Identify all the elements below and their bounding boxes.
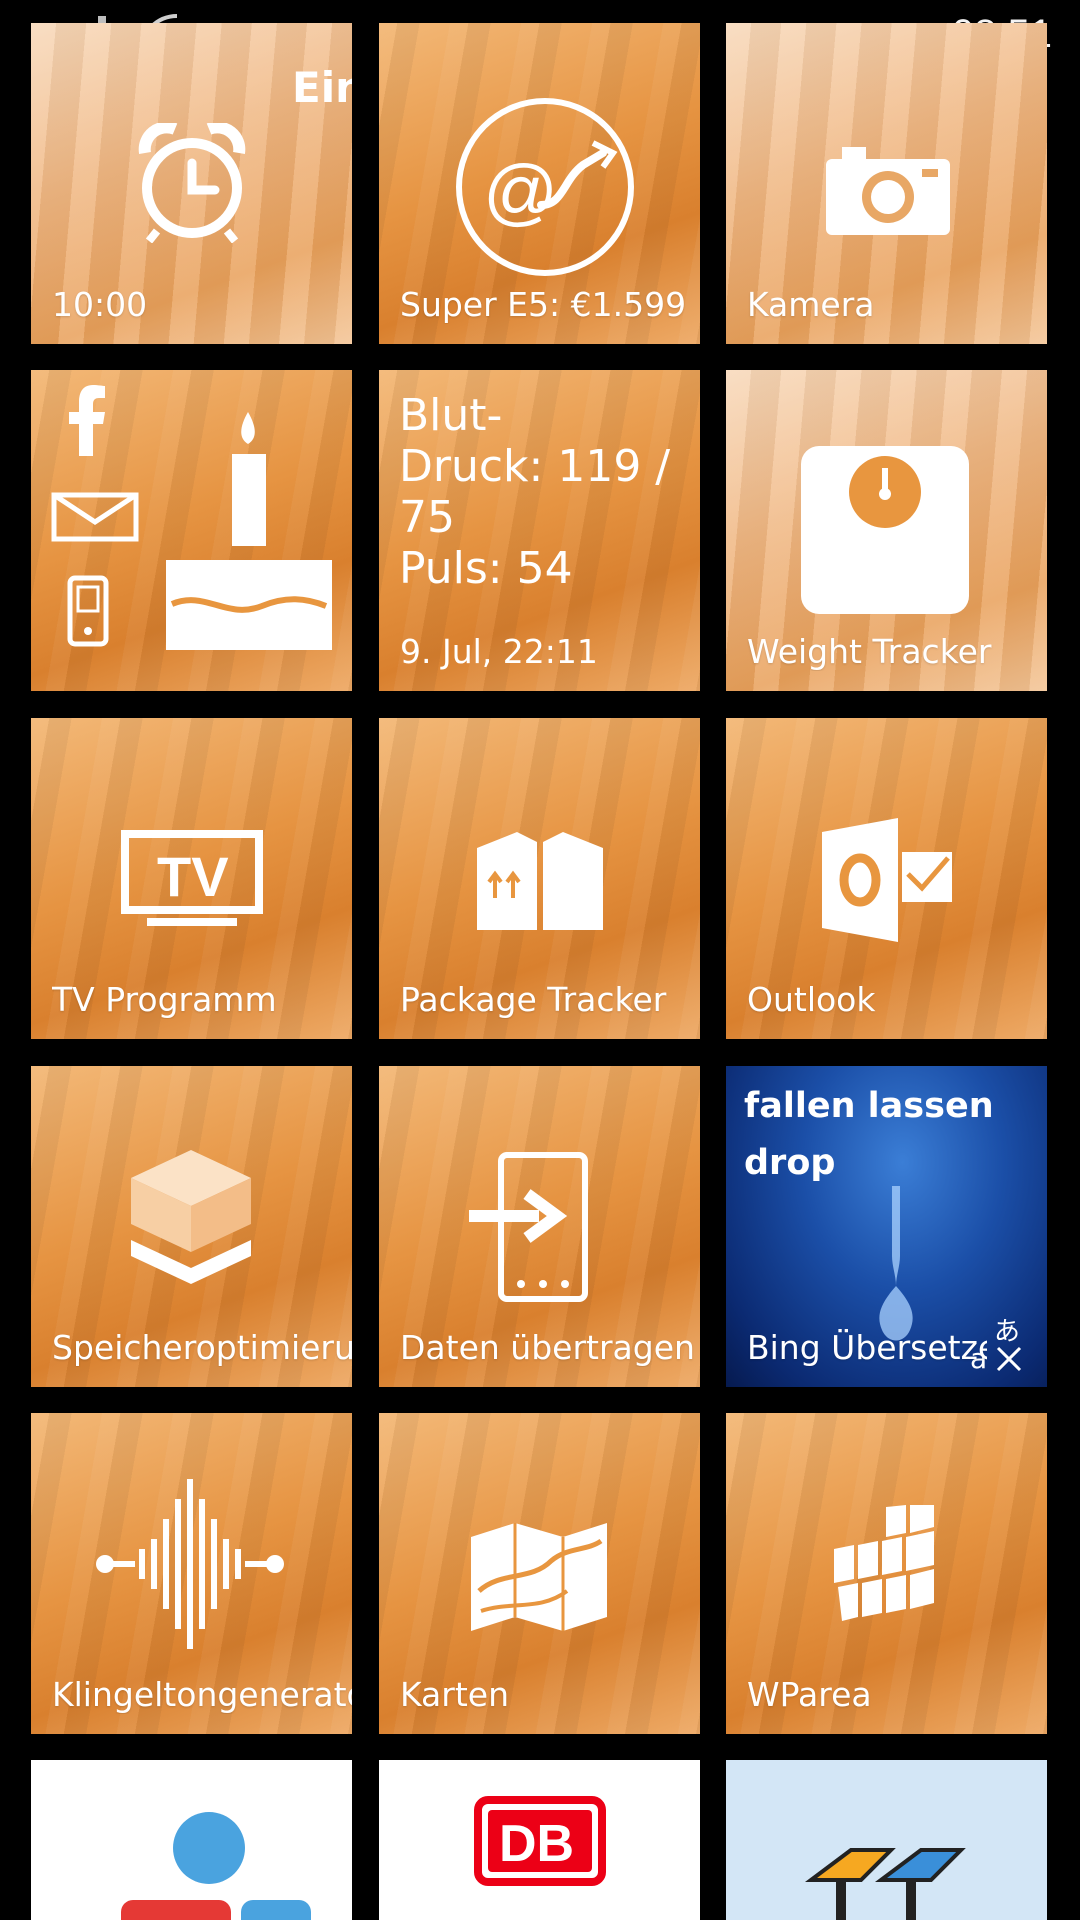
- bp-line-3: 75: [399, 492, 455, 543]
- storage-tile[interactable]: Speicheroptimierung: [31, 1066, 352, 1387]
- svg-text:TV: TV: [157, 845, 229, 908]
- package-icon: [477, 828, 603, 930]
- sound-wave-icon: [95, 1479, 285, 1649]
- facebook-icon: [67, 384, 107, 456]
- storage-label: Speicheroptimierung: [52, 1328, 352, 1367]
- outlook-tile[interactable]: Outlook: [726, 718, 1047, 1039]
- db-tile[interactable]: DB: [379, 1760, 700, 1920]
- people-tile[interactable]: [31, 370, 352, 691]
- ringtone-label: Klingeltongenerator: [52, 1675, 352, 1714]
- translate-target-word: drop: [744, 1143, 836, 1183]
- outlook-icon: [822, 818, 954, 942]
- fuel-pump-icon: @: [453, 95, 637, 279]
- phone-transfer-icon: [469, 1152, 609, 1302]
- package-tracker-label: Package Tracker: [400, 980, 667, 1019]
- storage-cube-icon: [129, 1148, 253, 1292]
- package-tracker-tile[interactable]: Package Tracker: [379, 718, 700, 1039]
- bp-date: 9. Jul, 22:11: [400, 632, 598, 671]
- data-transfer-tile[interactable]: Daten übertragen: [379, 1066, 700, 1387]
- alarm-status: Ein: [292, 63, 352, 112]
- blood-pressure-values: Blut- Druck: 119 / 75 Puls: 54: [399, 390, 670, 594]
- wparea-label: WParea: [747, 1675, 872, 1714]
- pp-app-tile[interactable]: [726, 1760, 1047, 1920]
- bing-translator-tile[interactable]: fallen lassen drop あ a Bing Übersetzer: [726, 1066, 1047, 1387]
- people-app-tile[interactable]: [31, 1760, 352, 1920]
- fuel-price: Super E5: €1.599: [400, 285, 687, 324]
- blood-pressure-tile[interactable]: Blut- Druck: 119 / 75 Puls: 54 9. Jul, 2…: [379, 370, 700, 691]
- camera-tile[interactable]: Kamera: [726, 23, 1047, 344]
- translate-words: fallen lassen drop: [744, 1078, 994, 1192]
- alarm-tile[interactable]: Ein 10:00: [31, 23, 352, 344]
- tv-tile[interactable]: TV TV Programm: [31, 718, 352, 1039]
- scale-icon: [801, 446, 969, 614]
- tv-icon: TV: [121, 830, 263, 928]
- water-drop-image: [866, 1186, 926, 1346]
- camera-label: Kamera: [747, 285, 875, 324]
- fuel-tile[interactable]: @ Super E5: €1.599: [379, 23, 700, 344]
- svg-text:あ: あ: [994, 1317, 1020, 1347]
- alarm-clock-icon: [137, 123, 247, 243]
- mail-icon: [51, 492, 139, 542]
- birthday-cake-icon: [166, 410, 332, 650]
- camera-icon: [826, 145, 950, 235]
- wparea-icon: [834, 1505, 936, 1641]
- ringtone-tile[interactable]: Klingeltongenerator: [31, 1413, 352, 1734]
- data-transfer-label: Daten übertragen: [400, 1328, 695, 1367]
- bing-translator-label: Bing Übersetzer: [747, 1328, 987, 1367]
- bp-line-2: Druck: 119 /: [399, 441, 671, 492]
- weight-tracker-label: Weight Tracker: [747, 632, 992, 671]
- weight-tracker-tile[interactable]: Weight Tracker: [726, 370, 1047, 691]
- wparea-tile[interactable]: WParea: [726, 1413, 1047, 1734]
- outlook-label: Outlook: [747, 980, 876, 1019]
- tv-label: TV Programm: [52, 980, 277, 1019]
- bp-line-4: Puls: 54: [399, 543, 573, 594]
- pp-logo-icon: [801, 1820, 971, 1920]
- alarm-time: 10:00: [52, 285, 148, 324]
- person-logo-icon: [91, 1810, 321, 1920]
- map-icon: [471, 1521, 607, 1633]
- maps-tile[interactable]: Karten: [379, 1413, 700, 1734]
- db-logo-text: DB: [499, 1815, 575, 1873]
- bp-line-1: Blut-: [399, 390, 503, 441]
- phone-icon: [67, 575, 109, 647]
- svg-text:@: @: [483, 150, 558, 233]
- translate-source-word: fallen lassen: [744, 1086, 994, 1126]
- maps-label: Karten: [400, 1675, 510, 1714]
